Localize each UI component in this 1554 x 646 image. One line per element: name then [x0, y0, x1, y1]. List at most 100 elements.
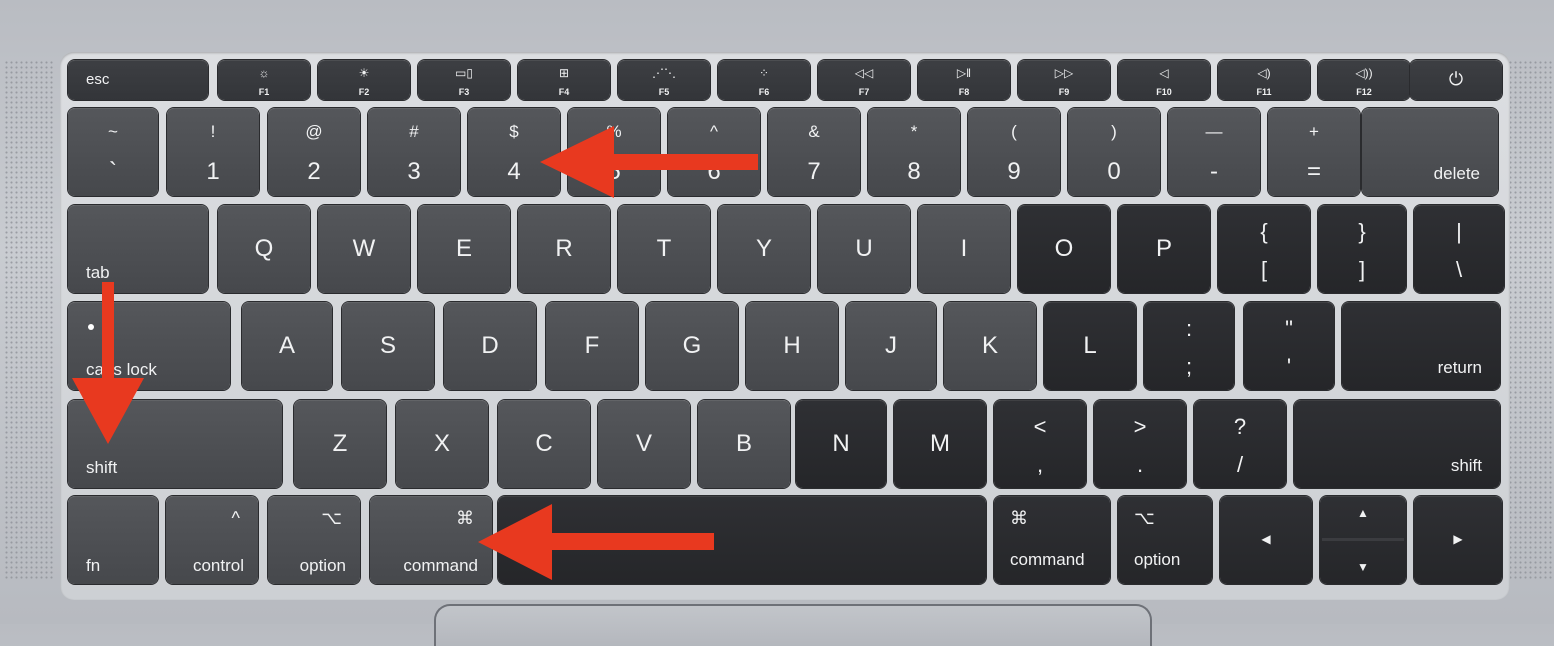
key-2[interactable]: @2	[268, 108, 360, 196]
key-delete[interactable]: delete	[1362, 108, 1498, 196]
key-esc[interactable]: esc	[68, 60, 208, 100]
key-blank[interactable]: }]	[1318, 205, 1406, 293]
key-a[interactable]: A	[242, 302, 332, 390]
key-arrow-up-down[interactable]: ▲ ▼	[1320, 496, 1406, 584]
key-letter: H	[783, 332, 801, 359]
key-blank[interactable]: — -	[1168, 108, 1260, 196]
key-p[interactable]: P	[1118, 205, 1210, 293]
key-c[interactable]: C	[498, 400, 590, 488]
key-blank[interactable]: <,	[994, 400, 1086, 488]
key-q[interactable]: Q	[218, 205, 310, 293]
key-arrow-left[interactable]: ◀	[1220, 496, 1312, 584]
key-e[interactable]: E	[418, 205, 510, 293]
key-command-right[interactable]: command ⌘	[994, 496, 1110, 584]
key-option-right[interactable]: option ⌥	[1118, 496, 1212, 584]
key-label: option	[1134, 550, 1181, 569]
key-t[interactable]: T	[618, 205, 710, 293]
key-g[interactable]: G	[646, 302, 738, 390]
key-x[interactable]: X	[396, 400, 488, 488]
key-blank[interactable]: {[	[1218, 205, 1310, 293]
option-icon: ⌥	[321, 508, 342, 528]
key-letter: A	[278, 332, 295, 359]
key-f11[interactable]: ◁) F11	[1218, 60, 1310, 100]
key-f7[interactable]: ◁◁ F7	[818, 60, 910, 100]
key-6[interactable]: ^ 6	[668, 108, 760, 196]
key-blank[interactable]: ~ `	[68, 108, 158, 196]
key-f2[interactable]: ☀ F2	[318, 60, 410, 100]
key-b[interactable]: B	[698, 400, 790, 488]
key-upper-symbol: &	[808, 122, 820, 141]
key-f9[interactable]: ▷▷ F9	[1018, 60, 1110, 100]
key-f10[interactable]: ◁ F10	[1118, 60, 1210, 100]
key-blank[interactable]: + =	[1268, 108, 1360, 196]
key-label: esc	[86, 71, 110, 88]
key-letter: D	[481, 332, 499, 359]
key-f4[interactable]: ⊞ F4	[518, 60, 610, 100]
key-7[interactable]: & 7	[768, 108, 860, 196]
key-blank[interactable]: >.	[1094, 400, 1186, 488]
key-control[interactable]: control ^	[166, 496, 258, 584]
key-upper-symbol: #	[409, 122, 419, 141]
trackpad[interactable]	[434, 604, 1152, 646]
key-command-left[interactable]: command ⌘	[370, 496, 492, 584]
key-5[interactable]: % 5	[568, 108, 660, 196]
key-i[interactable]: I	[918, 205, 1010, 293]
key-letter: N	[832, 430, 850, 457]
key-h[interactable]: H	[746, 302, 838, 390]
key-label: delete	[1433, 164, 1480, 183]
key-o[interactable]: O	[1018, 205, 1110, 293]
key-power[interactable]: ⏻	[1410, 60, 1502, 100]
key-u[interactable]: U	[818, 205, 910, 293]
key-label: control	[192, 556, 244, 575]
key-y[interactable]: Y	[718, 205, 810, 293]
key-w[interactable]: W	[318, 205, 410, 293]
key-blank[interactable]: ? /	[1194, 400, 1286, 488]
key-f3[interactable]: ▭▯ F3	[418, 60, 510, 100]
key-z[interactable]: Z	[294, 400, 386, 488]
key-8[interactable]: * 8	[868, 108, 960, 196]
key-f8[interactable]: ▷‖ F8	[918, 60, 1010, 100]
key-arrow-right[interactable]: ▶	[1414, 496, 1502, 584]
key-upper-symbol: <	[1033, 414, 1047, 439]
key-f6[interactable]: ⁘ F6	[718, 60, 810, 100]
key-return[interactable]: return	[1342, 302, 1500, 390]
key-label: F12	[1356, 87, 1372, 97]
key-r[interactable]: R	[518, 205, 610, 293]
key-f1[interactable]: ☼ F1	[218, 60, 310, 100]
key-letter: L	[1083, 332, 1097, 359]
key-shift-left[interactable]: shift	[68, 400, 282, 488]
key-tab[interactable]: tab	[68, 205, 208, 293]
key-v[interactable]: V	[598, 400, 690, 488]
key-letter: O	[1054, 235, 1074, 262]
key-space[interactable]	[498, 496, 986, 584]
key-s[interactable]: S	[342, 302, 434, 390]
key-shift-right[interactable]: shift	[1294, 400, 1500, 488]
key-9[interactable]: (9	[968, 108, 1060, 196]
key-letter: Q	[254, 235, 274, 262]
key-l[interactable]: L	[1044, 302, 1136, 390]
key-lower-symbol: '	[1286, 354, 1292, 379]
key-m[interactable]: M	[894, 400, 986, 488]
key-option-left[interactable]: option ⌥	[268, 496, 360, 584]
key-k[interactable]: K	[944, 302, 1036, 390]
control-icon: ^	[231, 508, 240, 528]
key-letter: G	[682, 332, 702, 359]
key-0[interactable]: ) 0	[1068, 108, 1160, 196]
key-blank[interactable]: | \	[1414, 205, 1504, 293]
key-f[interactable]: F	[546, 302, 638, 390]
key-f12[interactable]: ◁)) F12	[1318, 60, 1410, 100]
key-d[interactable]: D	[444, 302, 536, 390]
key-f5[interactable]: ⋰⋱ F5	[618, 60, 710, 100]
key-blank[interactable]: :;	[1144, 302, 1234, 390]
key-1[interactable]: ! 1	[167, 108, 259, 196]
key-j[interactable]: J	[846, 302, 936, 390]
key-3[interactable]: #3	[368, 108, 460, 196]
key-label: F7	[858, 87, 870, 97]
key-blank[interactable]: " '	[1244, 302, 1334, 390]
key-n[interactable]: N	[796, 400, 886, 488]
key-caps-lock[interactable]: caps lock	[68, 302, 230, 390]
key-4[interactable]: $4	[468, 108, 560, 196]
key-upper-symbol: ^	[710, 122, 718, 141]
key-fn[interactable]: fn	[68, 496, 158, 584]
function-icon: ☀	[358, 66, 370, 80]
